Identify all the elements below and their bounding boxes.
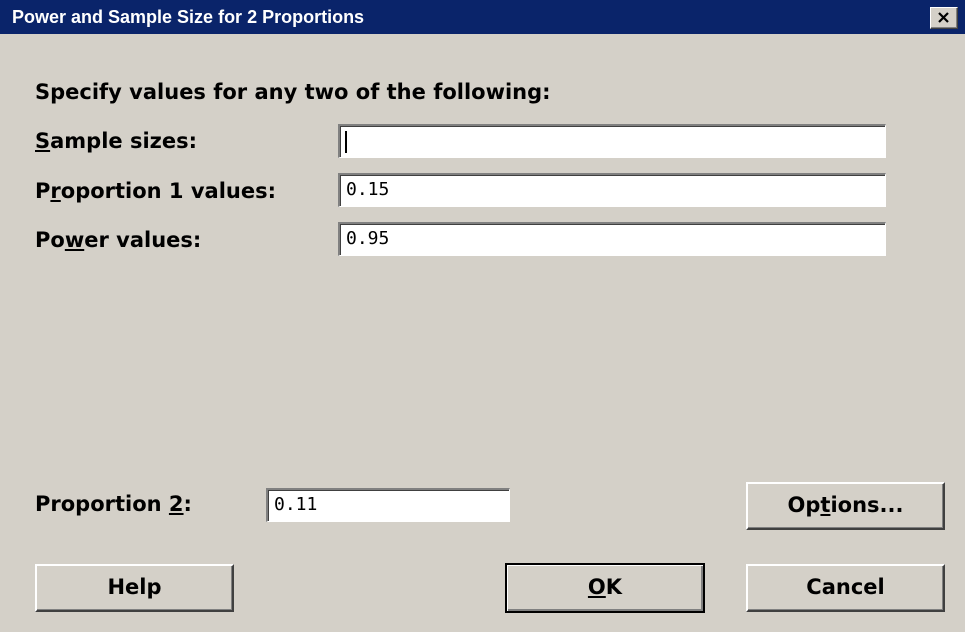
power-label: Power values: xyxy=(35,226,201,254)
label-text: Proportion xyxy=(35,492,169,516)
label-text: oportion 1 values: xyxy=(60,179,277,203)
accelerator-key: S xyxy=(35,129,51,153)
sample-sizes-label: Sample sizes: xyxy=(35,127,197,155)
title-bar[interactable]: Power and Sample Size for 2 Proportions xyxy=(0,0,965,34)
accelerator-key: 2 xyxy=(168,492,184,516)
close-icon xyxy=(938,12,949,23)
proportion2-label: Proportion 2: xyxy=(35,490,192,518)
help-button[interactable]: Help xyxy=(35,564,234,612)
label-text: : xyxy=(183,492,192,516)
button-label: Op xyxy=(787,493,821,517)
proportion2-input[interactable]: 0.11 xyxy=(266,488,510,522)
window-title: Power and Sample Size for 2 Proportions xyxy=(12,7,365,27)
sample-sizes-input[interactable] xyxy=(338,124,886,158)
accelerator-key: r xyxy=(50,179,61,203)
power-input[interactable]: 0.95 xyxy=(338,222,886,256)
label-text: ample sizes: xyxy=(50,129,198,153)
proportion1-input[interactable]: 0.15 xyxy=(338,173,886,207)
close-button[interactable] xyxy=(930,7,958,29)
accelerator-key: t xyxy=(820,493,831,517)
label-text: Po xyxy=(35,228,65,252)
button-label: K xyxy=(605,575,623,599)
proportion1-label: Proportion 1 values: xyxy=(35,177,276,205)
ok-button[interactable]: OK xyxy=(505,563,705,613)
instructions-label: Specify values for any two of the follow… xyxy=(35,80,551,104)
cancel-button[interactable]: Cancel xyxy=(746,564,945,612)
options-button[interactable]: Options... xyxy=(746,482,945,530)
accelerator-key: O xyxy=(587,575,606,599)
text-caret xyxy=(345,131,347,153)
label-text: er values: xyxy=(84,228,202,252)
power-sample-size-dialog: Power and Sample Size for 2 Proportions … xyxy=(0,0,965,632)
label-text: P xyxy=(35,179,51,203)
accelerator-key: w xyxy=(64,228,85,252)
button-label: ions... xyxy=(830,493,904,517)
